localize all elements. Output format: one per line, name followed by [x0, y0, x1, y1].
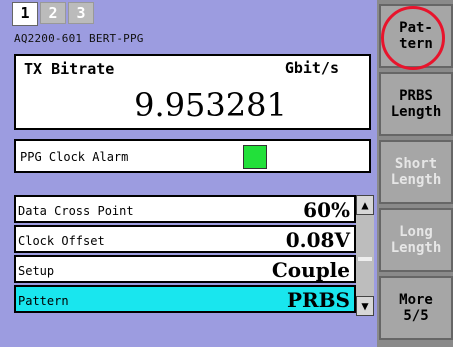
softkey-more[interactable]: More 5/5	[379, 276, 453, 340]
tx-bitrate-display[interactable]: TX Bitrate Gbit/s 9.953281	[14, 54, 371, 130]
param-row-setup[interactable]: Setup Couple	[14, 255, 356, 283]
alarm-indicator-icon	[243, 145, 267, 169]
device-label: AQ2200-601 BERT-PPG	[14, 32, 144, 45]
scroll-down-icon[interactable]: ▼	[356, 296, 374, 316]
param-value: 0.08V	[285, 228, 350, 252]
main-panel: 1 2 3 AQ2200-601 BERT-PPG TX Bitrate Gbi…	[0, 0, 377, 347]
scroll-thumb[interactable]	[358, 257, 372, 261]
bitrate-unit: Gbit/s	[284, 59, 339, 77]
tab-1[interactable]: 1	[12, 2, 38, 26]
tab-3[interactable]: 3	[68, 2, 94, 24]
alarm-label: PPG Clock Alarm	[20, 150, 129, 164]
softkey-long-length[interactable]: Long Length	[379, 208, 453, 272]
page-tabs: 1 2 3	[12, 2, 96, 26]
param-label: Setup	[18, 264, 55, 278]
scroll-up-icon[interactable]: ▲	[356, 195, 374, 215]
highlight-circle	[381, 6, 445, 70]
clock-alarm-panel: PPG Clock Alarm	[14, 139, 371, 173]
param-label: Pattern	[18, 294, 69, 308]
param-scrollbar[interactable]: ▲ ▼	[356, 195, 374, 316]
param-row-clock-offset[interactable]: Clock Offset 0.08V	[14, 225, 356, 253]
param-label: Clock Offset	[18, 234, 105, 248]
bitrate-label: TX Bitrate	[24, 60, 115, 78]
param-label: Data Cross Point	[18, 204, 134, 218]
bitrate-value: 9.953281	[134, 86, 287, 124]
softkey-prbs-length[interactable]: PRBS Length	[379, 72, 453, 136]
param-value: 60%	[303, 198, 350, 222]
param-value: PRBS	[286, 288, 350, 312]
param-row-data-cross-point[interactable]: Data Cross Point 60%	[14, 195, 356, 223]
softkey-short-length[interactable]: Short Length	[379, 140, 453, 204]
tab-2[interactable]: 2	[40, 2, 66, 24]
param-value: Couple	[271, 258, 350, 282]
param-row-pattern[interactable]: Pattern PRBS	[14, 285, 356, 313]
parameter-list: Data Cross Point 60% Clock Offset 0.08V …	[14, 195, 356, 316]
